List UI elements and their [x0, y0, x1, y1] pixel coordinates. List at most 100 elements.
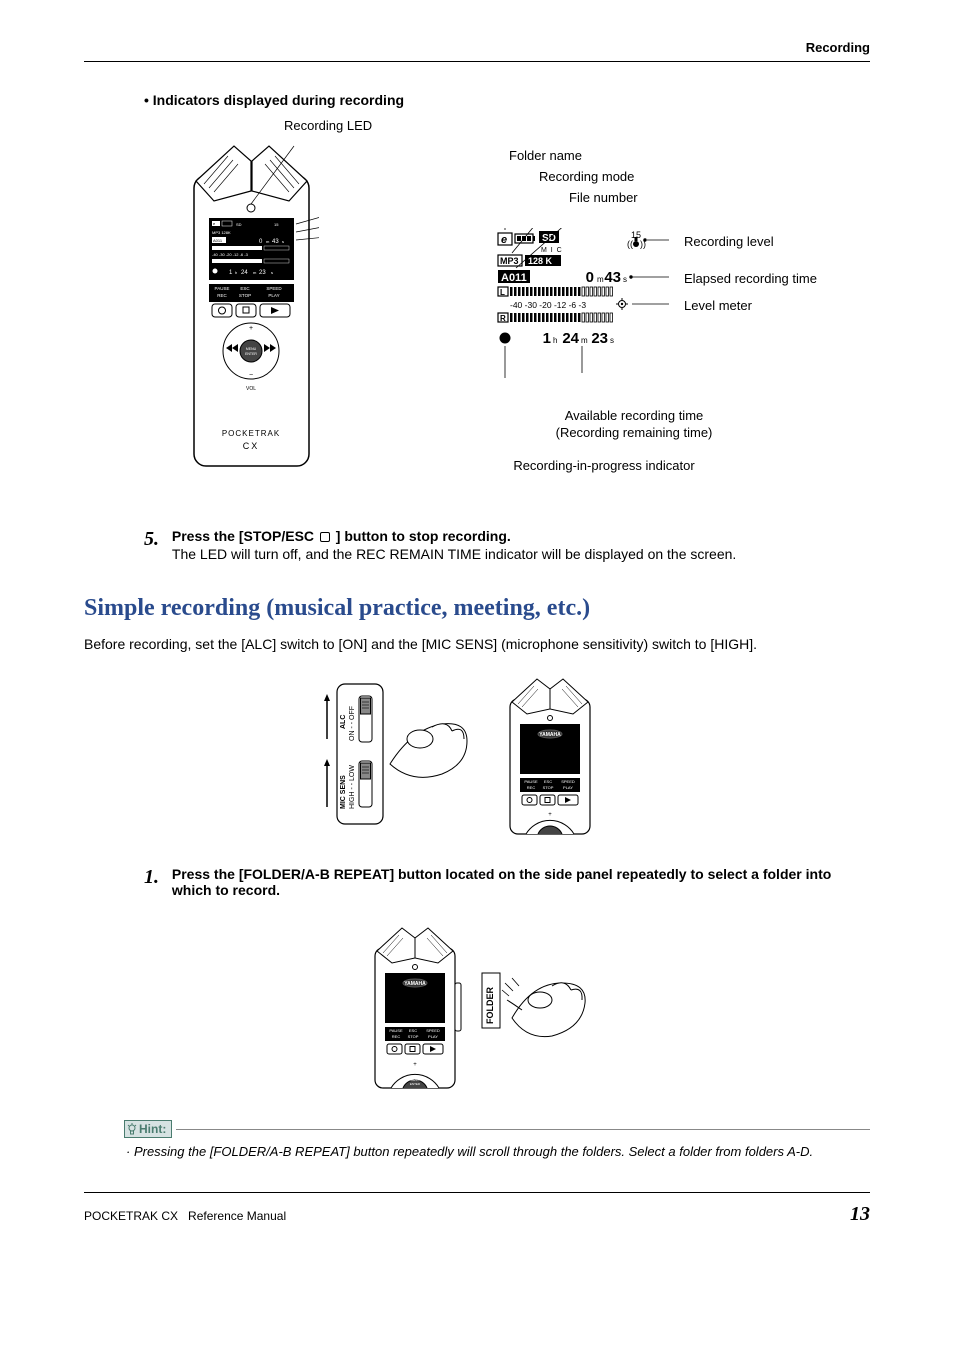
svg-text:+: +: [413, 1062, 417, 1068]
svg-text:h: h: [235, 270, 237, 275]
svg-text:m: m: [597, 275, 604, 284]
hint-box: Hint: · Pressing the [FOLDER/A-B REPEAT]…: [124, 1120, 870, 1162]
svg-text:CX: CX: [243, 441, 260, 451]
svg-text:STOP: STOP: [408, 1034, 419, 1039]
recording-led-label: Recording LED: [284, 118, 372, 133]
svg-text:MP3 128K: MP3 128K: [212, 230, 231, 235]
step-5: 5. Press the [STOP/ESC ] button to stop …: [144, 528, 870, 565]
switches-figure: ON - - OFF ALC HIGH - - LOW MIC SENS: [84, 669, 870, 842]
svg-text:A011: A011: [501, 272, 527, 284]
svg-text:43: 43: [272, 239, 279, 245]
svg-text:24: 24: [241, 270, 248, 276]
available-time-label-1: Available recording time: [494, 408, 774, 423]
page-footer: POCKETRAK CX Reference Manual 13: [84, 1192, 870, 1226]
svg-text:-40 -30 -20 -12 -6 -3: -40 -30 -20 -12 -6 -3: [510, 300, 586, 310]
svg-text:s: s: [610, 336, 614, 345]
stop-icon: [320, 532, 330, 542]
svg-text:1: 1: [543, 330, 551, 347]
svg-text:YAMAHA: YAMAHA: [404, 981, 426, 987]
lcd-closeup: e SD M I C 15 (( )) MP3 128 K: [494, 228, 669, 378]
svg-text:REC: REC: [527, 785, 536, 790]
svg-text:h: h: [553, 336, 557, 345]
svg-text:REC: REC: [392, 1034, 401, 1039]
section-heading-simple-recording: Simple recording (musical practice, meet…: [84, 595, 870, 622]
device-drawing: e SD 15 MP3 128K A011 0m 43s -40 -30 -20…: [184, 136, 319, 476]
svg-text:+: +: [548, 812, 552, 818]
svg-text:SD: SD: [236, 222, 242, 227]
hint-label: Hint:: [124, 1120, 172, 1138]
svg-text:−: −: [249, 372, 253, 379]
svg-text:PLAY: PLAY: [268, 293, 279, 298]
svg-text:MENU: MENU: [246, 347, 257, 351]
elapsed-time-label: Elapsed recording time: [684, 271, 817, 286]
svg-text:((: ((: [627, 239, 633, 249]
svg-text:STOP: STOP: [239, 293, 251, 298]
svg-text:0: 0: [586, 269, 594, 286]
indicators-heading: • Indicators displayed during recording: [144, 92, 870, 108]
recording-level-label: Recording level: [684, 234, 774, 249]
step-1-number: 1.: [144, 866, 168, 889]
folder-name-label: Folder name: [509, 148, 638, 163]
svg-text:-40 -30 -20 -12 -6 -3: -40 -30 -20 -12 -6 -3: [212, 252, 249, 257]
section-intro: Before recording, set the [ALC] switch t…: [84, 634, 870, 655]
footer-product: POCKETRAK CX: [84, 1209, 178, 1223]
svg-text:POCKETRAK: POCKETRAK: [222, 429, 280, 438]
svg-text:R: R: [500, 314, 506, 323]
svg-text:FOLDER: FOLDER: [485, 987, 495, 1024]
step-1: 1. Press the [FOLDER/A-B REPEAT] button …: [144, 866, 870, 898]
svg-text:SPEED: SPEED: [266, 286, 282, 291]
file-number-label: File number: [569, 190, 638, 205]
svg-text:e: e: [501, 234, 507, 246]
svg-text:STOP: STOP: [543, 785, 554, 790]
svg-text:PAUSE: PAUSE: [389, 1028, 403, 1033]
svg-text:SPEED: SPEED: [561, 779, 575, 784]
svg-text:24: 24: [562, 330, 579, 347]
svg-text:s: s: [271, 270, 273, 275]
svg-text:+: +: [249, 325, 253, 332]
svg-text:ENTER: ENTER: [245, 352, 257, 356]
svg-text:ALC: ALC: [340, 715, 347, 729]
step-5-body: The LED will turn off, and the REC REMAI…: [172, 546, 736, 562]
svg-text:m: m: [581, 336, 588, 345]
footer-doc: Reference Manual: [188, 1209, 286, 1223]
recording-indicators-figure: Recording LED e SD 15 MP3 12: [184, 118, 870, 528]
svg-text:REC: REC: [217, 293, 227, 298]
page-header-section: Recording: [84, 40, 870, 62]
svg-text:SPEED: SPEED: [426, 1028, 440, 1033]
svg-text:PLAY: PLAY: [563, 785, 573, 790]
level-meter-label: Level meter: [684, 298, 752, 313]
svg-text:PAUSE: PAUSE: [524, 779, 538, 784]
folder-button-figure: YAMAHA PAUSEESCSPEED RECSTOPPLAY MENU EN…: [84, 918, 870, 1096]
svg-text:L: L: [500, 288, 505, 297]
svg-text:ESC: ESC: [544, 779, 552, 784]
svg-text:HIGH - - LOW: HIGH - - LOW: [349, 765, 356, 809]
step-5-number: 5.: [144, 528, 168, 551]
svg-text:MP3: MP3: [500, 256, 519, 266]
svg-text:s: s: [623, 275, 627, 284]
svg-text:23: 23: [591, 330, 608, 347]
step-5-title: Press the [STOP/ESC ] button to stop rec…: [172, 528, 511, 544]
available-time-label-2: (Recording remaining time): [494, 425, 774, 440]
page-number: 13: [850, 1203, 870, 1226]
svg-text:ENTER: ENTER: [410, 1082, 421, 1086]
svg-text:YAMAHA: YAMAHA: [539, 732, 561, 738]
svg-text:A011: A011: [213, 238, 223, 243]
svg-text:MIC SENS: MIC SENS: [340, 775, 347, 809]
lightbulb-icon: [127, 1123, 137, 1135]
recording-mode-label: Recording mode: [539, 169, 638, 184]
svg-text:M I C: M I C: [541, 247, 563, 254]
svg-text:ESC: ESC: [409, 1028, 417, 1033]
svg-text:PLAY: PLAY: [428, 1034, 438, 1039]
svg-text:VOL: VOL: [246, 386, 256, 392]
svg-text:15: 15: [274, 222, 279, 227]
hint-text: · Pressing the [FOLDER/A-B REPEAT] butto…: [124, 1142, 870, 1162]
rec-in-progress-label: Recording-in-progress indicator: [434, 458, 774, 473]
svg-text:128 K: 128 K: [528, 256, 553, 266]
hint-divider: [176, 1129, 870, 1130]
svg-text:23: 23: [259, 270, 266, 276]
step-1-title: Press the [FOLDER/A-B REPEAT] button loc…: [172, 866, 831, 898]
svg-text:ON - - OFF: ON - - OFF: [349, 706, 356, 741]
svg-text:PAUSE: PAUSE: [215, 286, 230, 291]
svg-text:s: s: [282, 239, 284, 244]
svg-text:ESC: ESC: [240, 286, 250, 291]
